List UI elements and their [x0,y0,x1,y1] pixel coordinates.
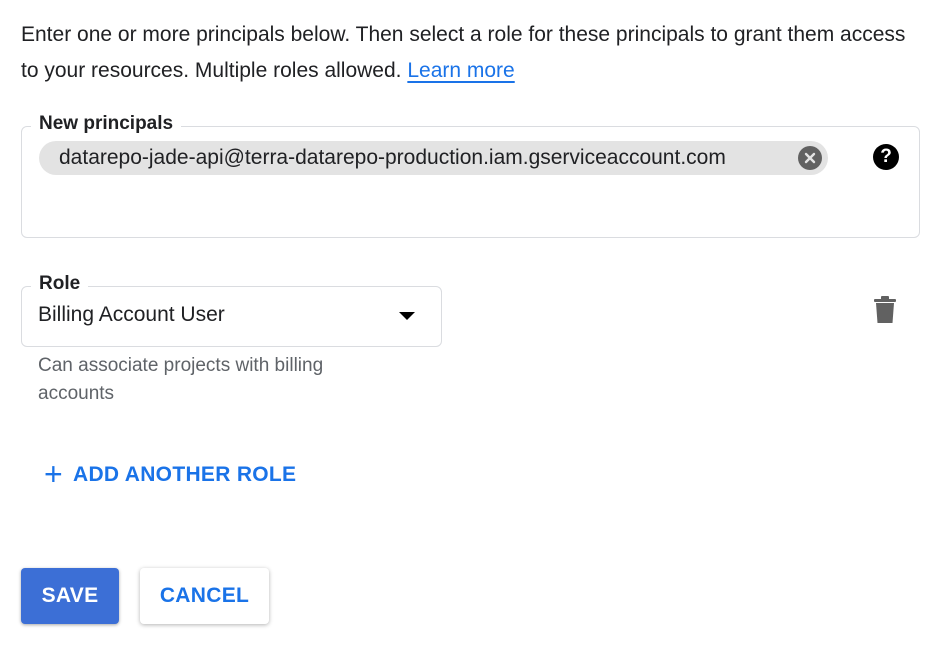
cancel-button[interactable]: CANCEL [140,568,269,624]
role-selected-value: Billing Account User [38,303,225,326]
role-select[interactable]: Role Billing Account User [21,274,442,347]
plus-icon: + [44,456,63,492]
intro-text: Enter one or more principals below. Then… [21,17,921,89]
help-icon[interactable]: ? [873,144,899,170]
role-description: Can associate projects with billing acco… [38,355,324,404]
save-button[interactable]: SAVE [21,568,119,624]
delete-role-icon[interactable] [873,296,897,324]
add-another-role-button[interactable]: + ADD ANOTHER ROLE [44,458,296,492]
dropdown-arrow-icon[interactable] [399,312,415,320]
grant-access-form: Enter one or more principals below. Then… [0,0,934,664]
principal-chip[interactable]: datarepo-jade-api@terra-datarepo-product… [39,141,828,175]
principal-chip-text: datarepo-jade-api@terra-datarepo-product… [59,146,726,169]
chip-remove-icon[interactable] [798,146,822,170]
add-another-role-label: ADD ANOTHER ROLE [73,463,297,486]
role-label: Role [31,274,89,294]
new-principals-label: New principals [31,114,182,134]
learn-more-link[interactable]: Learn more [407,59,514,82]
new-principals-field[interactable]: New principals datarepo-jade-api@terra-d… [21,114,920,238]
